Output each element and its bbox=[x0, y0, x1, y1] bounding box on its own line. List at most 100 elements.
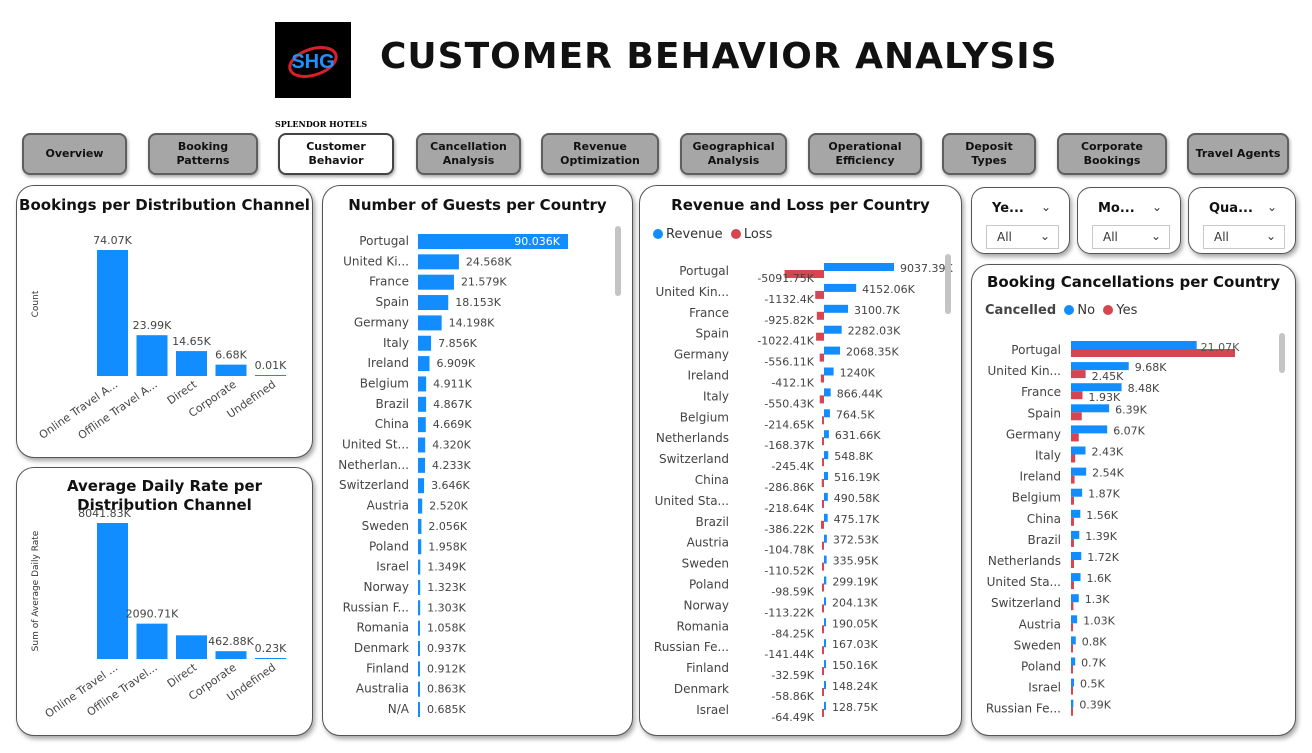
loss-label: -141.44K bbox=[764, 648, 814, 661]
data-label: 4.320K bbox=[432, 439, 471, 452]
nav-button-geographical-analysis[interactable]: Geographical Analysis bbox=[680, 133, 787, 175]
category-label: Finland bbox=[686, 661, 729, 675]
scrollbar[interactable] bbox=[1279, 333, 1285, 373]
data-label: 18.153K bbox=[455, 296, 501, 309]
revenue-label: 631.66K bbox=[835, 429, 881, 442]
slicer-year[interactable]: Ye... ⌄ All ⌄ bbox=[971, 187, 1070, 254]
slicer-dropdown[interactable]: All ⌄ bbox=[1092, 225, 1170, 249]
bar bbox=[418, 681, 420, 697]
yes-label: 2.45K bbox=[1092, 370, 1124, 383]
loss-bar bbox=[816, 332, 824, 341]
category-label: Belgium bbox=[1012, 491, 1061, 505]
nav-button-booking-patterns[interactable]: Booking Patterns bbox=[148, 133, 258, 175]
slicer-quarter[interactable]: Qua... ⌄ All ⌄ bbox=[1188, 187, 1296, 254]
loss-bar bbox=[820, 374, 824, 383]
data-label: 2.056K bbox=[428, 520, 467, 533]
yes-bar bbox=[1071, 602, 1074, 611]
logo-caption: SPLENDOR HOTELS bbox=[275, 119, 368, 129]
bar bbox=[215, 651, 247, 659]
category-label: Denmark bbox=[354, 641, 409, 655]
data-label: 7.856K bbox=[438, 337, 477, 350]
slicer-dropdown[interactable]: All ⌄ bbox=[1203, 225, 1285, 249]
loss-bar bbox=[816, 311, 824, 320]
category-label: Belgium bbox=[680, 410, 729, 424]
revenue-bar bbox=[824, 639, 826, 648]
slicer-title: Mo... bbox=[1098, 201, 1135, 216]
yes-bar bbox=[1071, 665, 1073, 674]
category-label: Israel bbox=[376, 560, 409, 574]
scrollbar[interactable] bbox=[945, 254, 951, 314]
slicer-dropdown[interactable]: All ⌄ bbox=[986, 225, 1059, 249]
category-label: Germany bbox=[674, 348, 729, 362]
loss-label: -64.49K bbox=[771, 711, 814, 724]
guests-country-chart: Portugal 90.036K United Ki... 24.568K France… bbox=[338, 234, 568, 718]
chevron-down-icon[interactable]: ⌄ bbox=[1151, 229, 1161, 243]
loss-label: -58.86K bbox=[771, 690, 814, 703]
category-label: France bbox=[689, 306, 729, 320]
bar bbox=[176, 635, 207, 659]
category-label: Belgium bbox=[360, 376, 409, 390]
category-label: N/A bbox=[388, 702, 410, 716]
data-label: 74.07K bbox=[93, 234, 132, 247]
category-label: United Kin... bbox=[988, 364, 1062, 378]
revenue-label: 2282.03K bbox=[848, 325, 901, 338]
nav-button-deposit-types[interactable]: Deposit Types bbox=[942, 133, 1036, 175]
no-label: 9.68K bbox=[1135, 361, 1167, 374]
bar bbox=[215, 364, 247, 376]
scrollbar[interactable] bbox=[615, 226, 621, 296]
nav-button-corporate-bookings[interactable]: Corporate Bookings bbox=[1057, 133, 1167, 175]
no-label: 8.48K bbox=[1128, 382, 1160, 395]
bar bbox=[418, 661, 420, 677]
revenue-bar bbox=[824, 304, 849, 313]
loss-label: -113.22K bbox=[764, 606, 814, 619]
category-label: United Kin... bbox=[656, 285, 730, 299]
category-label: United St... bbox=[342, 438, 409, 452]
data-label: 4.911K bbox=[433, 377, 472, 390]
no-bar bbox=[1071, 678, 1074, 687]
loss-bar bbox=[822, 688, 824, 696]
chevron-down-icon[interactable]: ⌄ bbox=[1267, 200, 1277, 214]
revenue-label: 2068.35K bbox=[846, 346, 899, 359]
bar bbox=[418, 457, 426, 473]
chevron-down-icon[interactable]: ⌄ bbox=[1041, 200, 1051, 214]
category-label: Brazil bbox=[376, 397, 410, 411]
nav-button-customer-behavior[interactable]: Customer Behavior bbox=[278, 133, 394, 175]
revenue-label: 475.17K bbox=[834, 513, 880, 526]
category-label: Norway bbox=[363, 580, 409, 594]
data-label: 0.937K bbox=[427, 642, 466, 655]
revenue-label: 516.19K bbox=[834, 471, 880, 484]
nav-button-operational-efficiency[interactable]: Operational Efficiency bbox=[808, 133, 922, 175]
no-bar bbox=[1071, 530, 1080, 539]
bar bbox=[418, 356, 430, 372]
no-label: 0.8K bbox=[1082, 635, 1107, 648]
nav-button-revenue-optimization[interactable]: Revenue Optimization bbox=[541, 133, 659, 175]
chevron-down-icon[interactable]: ⌄ bbox=[1266, 229, 1276, 243]
category-label: Italy bbox=[383, 336, 409, 350]
chevron-down-icon[interactable]: ⌄ bbox=[1040, 229, 1050, 243]
bar bbox=[418, 396, 427, 412]
no-bar bbox=[1071, 636, 1076, 645]
panel-adr-channel: Average Daily Rate per Distribution Chan… bbox=[16, 467, 313, 736]
nav-button-label: Overview bbox=[45, 147, 104, 160]
nav-button-travel-agents[interactable]: Travel Agents bbox=[1187, 133, 1289, 175]
cancellations-country-chart: Portugal 21.07K United Kin... 9.68K 2.45K Fra… bbox=[986, 341, 1240, 716]
slicer-month[interactable]: Mo... ⌄ All ⌄ bbox=[1077, 187, 1181, 254]
loss-label: -218.64K bbox=[764, 502, 814, 515]
loss-bar bbox=[822, 667, 824, 676]
chevron-down-icon[interactable]: ⌄ bbox=[1152, 200, 1162, 214]
logo: SHG SPLENDOR HOTELS bbox=[275, 22, 367, 129]
category-label: Romania bbox=[357, 621, 409, 635]
category-label: Spain bbox=[375, 295, 409, 309]
revenue-label: 299.19K bbox=[832, 576, 878, 589]
loss-bar bbox=[822, 625, 824, 634]
category-label: Finland bbox=[366, 661, 409, 675]
nav-button-overview[interactable]: Overview bbox=[22, 133, 127, 175]
revenue-loss-chart: Portugal 9037.39K-5091.75KUnited Kin... 41… bbox=[654, 262, 954, 724]
no-label: 0.7K bbox=[1081, 657, 1106, 670]
data-label: 2.520K bbox=[429, 500, 468, 513]
nav-button-cancellation-analysis[interactable]: Cancellation Analysis bbox=[416, 133, 521, 175]
data-label: 6.909K bbox=[437, 357, 476, 370]
data-label: 0.23K bbox=[255, 642, 287, 655]
bar bbox=[255, 658, 286, 659]
category-label: Denmark bbox=[674, 682, 729, 696]
